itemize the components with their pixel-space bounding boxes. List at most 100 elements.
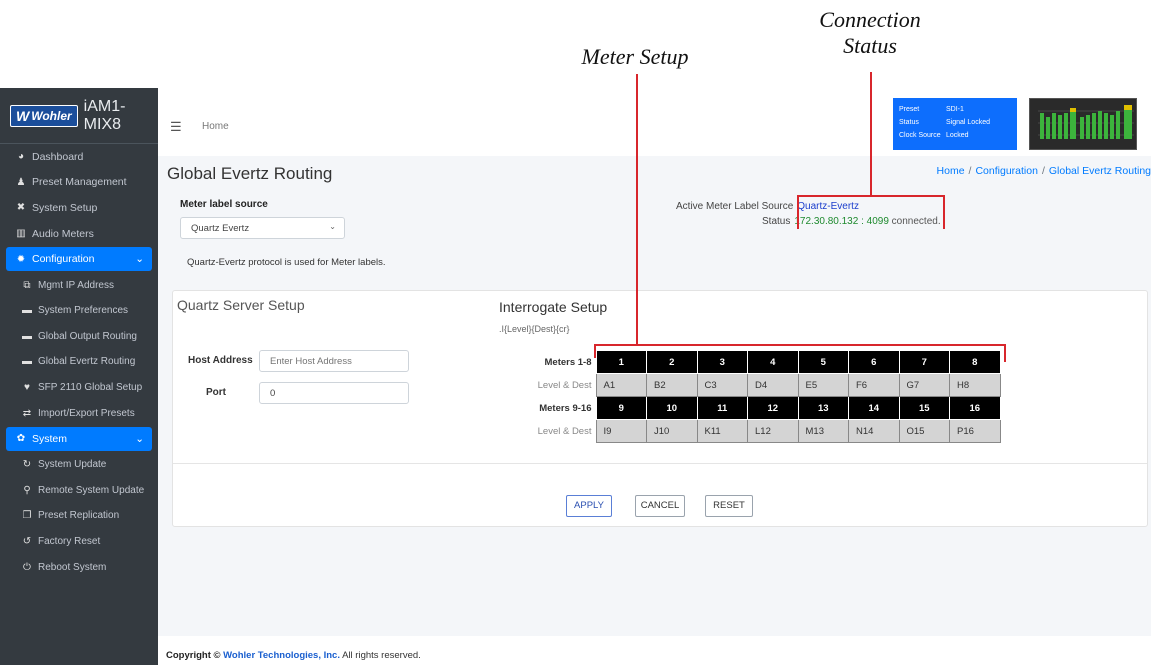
level-dest-input[interactable]: C3 [696, 373, 748, 397]
level-dest-input[interactable]: K11 [696, 419, 748, 443]
level-dest-input[interactable]: G7 [898, 373, 950, 397]
copy-icon: ❐ [22, 510, 32, 522]
sidebar-item-system-update[interactable]: ↻ System Update [0, 452, 158, 478]
chevron-down-icon: ⌄ [329, 222, 336, 231]
undo-icon: ↺ [22, 536, 32, 548]
cancel-button[interactable]: CANCEL [635, 495, 685, 517]
meter-setup-bracket-right [1004, 344, 1006, 362]
port-input[interactable] [259, 382, 409, 404]
sidebar-item-label: Audio Meters [32, 227, 94, 240]
annotation-connection-line2: Status [843, 33, 897, 58]
sidebar-item-factory-reset[interactable]: ↺ Factory Reset [0, 529, 158, 555]
sidebar-item-dashboard[interactable]: ◕ Dashboard [0, 144, 158, 170]
sidebar-item-audio-meters[interactable]: ▥ Audio Meters [0, 221, 158, 247]
satellite-icon: ⚲ [23, 484, 31, 496]
reset-button[interactable]: RESET [705, 495, 753, 517]
sidebar-item-global-evertz-routing[interactable]: ▬ Global Evertz Routing [0, 349, 158, 375]
sidebar-item-preset-management[interactable]: ♟ Preset Management [0, 170, 158, 196]
level-dest-input[interactable]: M13 [797, 419, 849, 443]
sidebar-item-remote-system-update[interactable]: ⚲ Remote System Update [0, 478, 158, 504]
tools-icon: ✖ [16, 202, 26, 214]
level-dest-input[interactable]: B2 [646, 373, 698, 397]
level-dest-input[interactable]: J10 [646, 419, 698, 443]
window-icon: ▬ [22, 305, 32, 317]
level-dest-input[interactable]: E5 [797, 373, 849, 397]
audio-meter-thumbnail[interactable] [1029, 98, 1137, 150]
sidebar-item-system-preferences[interactable]: ▬ System Preferences [0, 298, 158, 324]
host-address-input[interactable] [259, 350, 409, 372]
level-dest-input[interactable]: N14 [848, 419, 900, 443]
brand: W Wohler iAM1-MIX8 [0, 88, 158, 144]
sidebar-item-label: Global Output Routing [38, 330, 137, 342]
sidebar-item-label: Dashboard [32, 150, 84, 163]
network-icon: ⧉ [23, 279, 31, 291]
device-status-box: Preset SDI-1 Status Signal Locked Clock So… [893, 98, 1017, 150]
sidebar-nav: ◕ Dashboard ♟ Preset Management ✖ System Se… [0, 144, 158, 580]
sidebar-item-mgmt-ip[interactable]: ⧉ Mgmt IP Address [0, 272, 158, 298]
sidebar-item-global-output-routing[interactable]: ▬ Global Output Routing [0, 324, 158, 350]
level-dest-input[interactable]: P16 [949, 419, 1001, 443]
breadcrumb-configuration[interactable]: Configuration [975, 165, 1037, 177]
connection-status: Status 172.30.80.132 : 4099 connected. [762, 216, 941, 227]
sidebar: W Wohler iAM1-MIX8 ◕ Dashboard ♟ Preset Man… [0, 88, 158, 665]
sidebar-item-label: Remote System Update [38, 484, 145, 496]
sidebar-item-reboot-system[interactable]: ⏻ Reboot System [0, 554, 158, 580]
sidebar-group-system[interactable]: ✿ System ⌄ [6, 426, 152, 451]
meter-number-cell: 12 [747, 396, 799, 420]
sidebar-item-label: Preset Replication [38, 510, 120, 522]
level-dest-input[interactable]: F6 [848, 373, 900, 397]
level-dest-input[interactable]: I9 [595, 419, 647, 443]
sidebar-item-system-setup[interactable]: ✖ System Setup [0, 195, 158, 221]
status-value: Signal Locked [946, 119, 990, 126]
level-dest-input[interactable]: D4 [747, 373, 799, 397]
top-home-link[interactable]: Home [202, 121, 229, 132]
level-dest-input[interactable]: O15 [898, 419, 950, 443]
breadcrumb-home[interactable]: Home [937, 165, 965, 177]
meter-number-cell: 7 [898, 350, 950, 374]
meter-number-cell: 16 [949, 396, 1001, 420]
connection-status-label: Status [762, 216, 791, 227]
meter-number-cell: 14 [848, 396, 900, 420]
sidebar-item-sfp-2110[interactable]: ♥ SFP 2110 Global Setup [0, 375, 158, 401]
power-icon: ⏻ [23, 561, 31, 573]
meter-number-cell: 10 [646, 396, 698, 420]
meter-label-source-select[interactable]: Quartz Evertz ⌄ [180, 217, 345, 239]
sidebar-item-label: Mgmt IP Address [38, 279, 114, 291]
meters-9-16-row: Meters 9-16 9 10 11 12 13 14 15 16 [528, 396, 1001, 420]
sidebar-group-configuration[interactable]: ✹ Configuration ⌄ [6, 247, 152, 272]
annotation-connection-status: Connection Status [790, 7, 950, 59]
gears-icon: ✿ [16, 433, 26, 445]
sidebar-item-label: System Preferences [38, 305, 129, 317]
connection-bracket-left [797, 195, 799, 229]
meter-number-cell: 9 [595, 396, 647, 420]
level-dest-input[interactable]: H8 [949, 373, 1001, 397]
logo-text: Wohler [31, 108, 72, 123]
hamburger-menu-icon[interactable]: ☰ [170, 119, 182, 135]
level-dest-input[interactable]: L12 [747, 419, 799, 443]
apply-button[interactable]: APPLY [566, 495, 612, 517]
active-source-label: Active Meter Label Source [676, 201, 794, 212]
meter-number-cell: 8 [949, 350, 1001, 374]
breadcrumb-current: Global Evertz Routing [1048, 165, 1151, 177]
clock-source-label: Clock Source [899, 132, 941, 139]
meter-number-cell: 4 [747, 350, 799, 374]
meter-number-cell: 5 [797, 350, 849, 374]
sidebar-item-label: Configuration [32, 253, 95, 266]
meter-number-cell: 1 [595, 350, 647, 374]
company-link[interactable]: Wohler Technologies, Inc. [223, 650, 340, 661]
connection-bracket-right [943, 195, 945, 229]
setup-card: Quartz Server Setup Host Address Port In… [172, 290, 1148, 527]
copyright-footer: Copyright © Wohler Technologies, Inc. Al… [166, 650, 421, 661]
sidebar-item-preset-replication[interactable]: ❐ Preset Replication [0, 503, 158, 529]
w-logo-icon: W [16, 107, 30, 124]
sidebar-item-label: Reboot System [38, 561, 107, 573]
sidebar-item-label: System [32, 432, 68, 445]
sidebar-item-label: Global Evertz Routing [38, 356, 136, 368]
interrogate-setup-title: Interrogate Setup [499, 299, 608, 315]
exchange-icon: ⇄ [22, 407, 32, 419]
meter-number-cell: 3 [696, 350, 748, 374]
status-label: Status [899, 119, 919, 126]
level-dest-input[interactable]: A1 [595, 373, 647, 397]
bar-chart-icon: ▥ [16, 228, 26, 240]
sidebar-item-import-export[interactable]: ⇄ Import/Export Presets [0, 400, 158, 426]
